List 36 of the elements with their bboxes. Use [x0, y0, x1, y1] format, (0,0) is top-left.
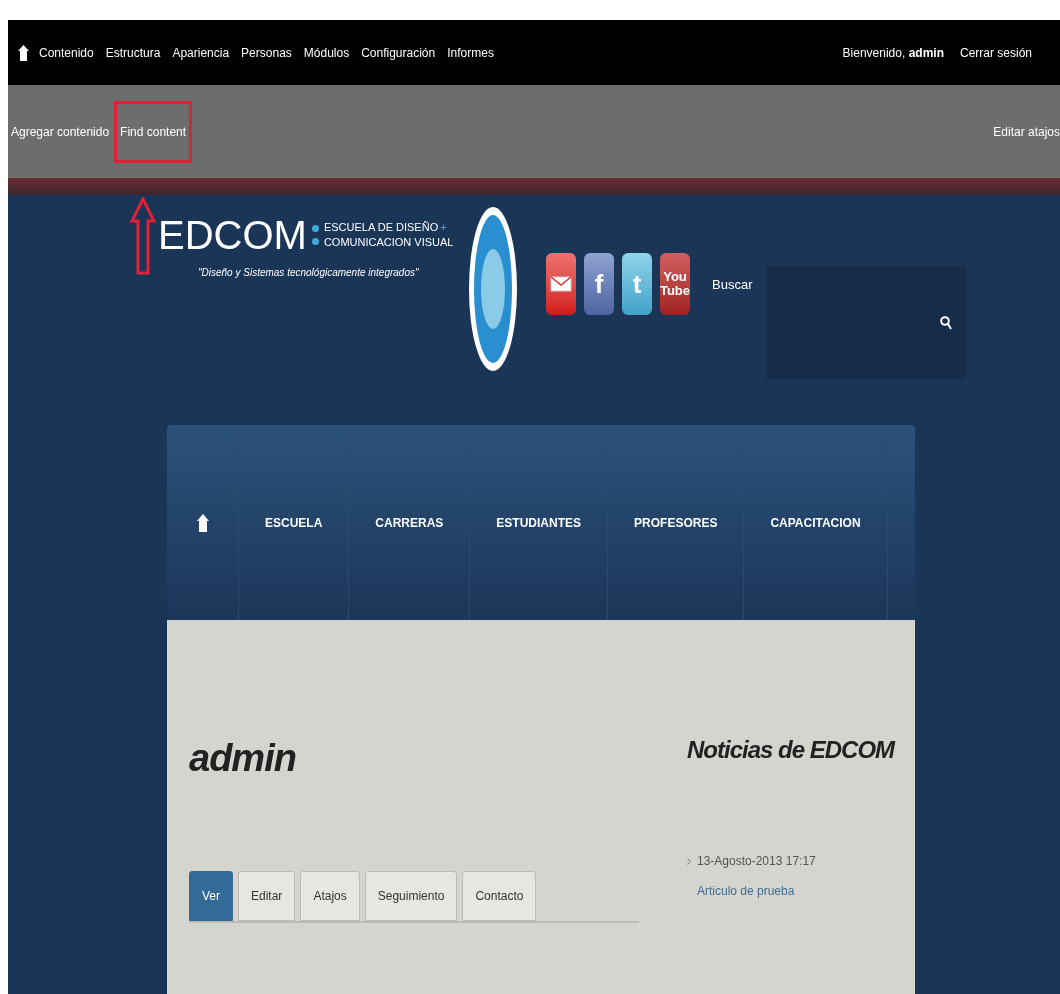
- menu-item[interactable]: Informes: [447, 43, 494, 62]
- news-date: 13-Agosto-2013 17:17: [697, 853, 816, 870]
- logo-name: EDCOM: [158, 215, 307, 255]
- logo-line: COMUNICACION VISUAL: [323, 235, 454, 250]
- menu-item[interactable]: Apariencia: [172, 43, 230, 62]
- chevron-icon: [687, 857, 691, 865]
- home-icon[interactable]: [196, 513, 209, 532]
- slogan: "Diseño y Sistemas tecnológicamente integrados": [198, 266, 420, 280]
- menu-item[interactable]: Configuración: [361, 43, 436, 62]
- menu-item[interactable]: Contenido: [39, 43, 94, 62]
- facebook-icon[interactable]: f: [584, 253, 614, 315]
- edit-shortcuts-link[interactable]: Editar atajos: [993, 122, 1060, 141]
- tab[interactable]: Contacto: [462, 871, 537, 921]
- tab[interactable]: Atajos: [300, 871, 360, 921]
- sidebar-title: Noticias de EDCOM: [687, 735, 895, 765]
- tab[interactable]: Seguimiento: [364, 871, 458, 921]
- tab[interactable]: Ver: [189, 871, 233, 921]
- youtube-icon[interactable]: You Tube: [660, 253, 690, 315]
- logo-line: ESCUELA DE DISEÑO: [323, 220, 439, 235]
- search-icon[interactable]: [940, 316, 953, 330]
- menu-item[interactable]: Estructura: [105, 43, 161, 62]
- menu-item[interactable]: Módulos: [303, 43, 350, 62]
- home-icon[interactable]: [18, 44, 29, 61]
- shortcut-link[interactable]: Agregar contenido: [8, 100, 113, 163]
- menu-item[interactable]: Personas: [241, 43, 292, 62]
- search-label: Buscar: [712, 276, 753, 294]
- mail-icon[interactable]: [546, 253, 576, 315]
- logout-link[interactable]: Cerrar sesión: [959, 43, 1032, 62]
- search-field[interactable]: [766, 267, 967, 379]
- news-link[interactable]: Articulo de prueba: [697, 882, 895, 900]
- logo-plus: +: [440, 220, 447, 235]
- shortcut-link[interactable]: Find content: [114, 100, 193, 163]
- welcome-text: Bienvenido, admin: [842, 44, 944, 62]
- page-title: admin: [189, 736, 297, 781]
- tab[interactable]: Editar: [238, 871, 296, 921]
- seal-icon: [468, 205, 518, 373]
